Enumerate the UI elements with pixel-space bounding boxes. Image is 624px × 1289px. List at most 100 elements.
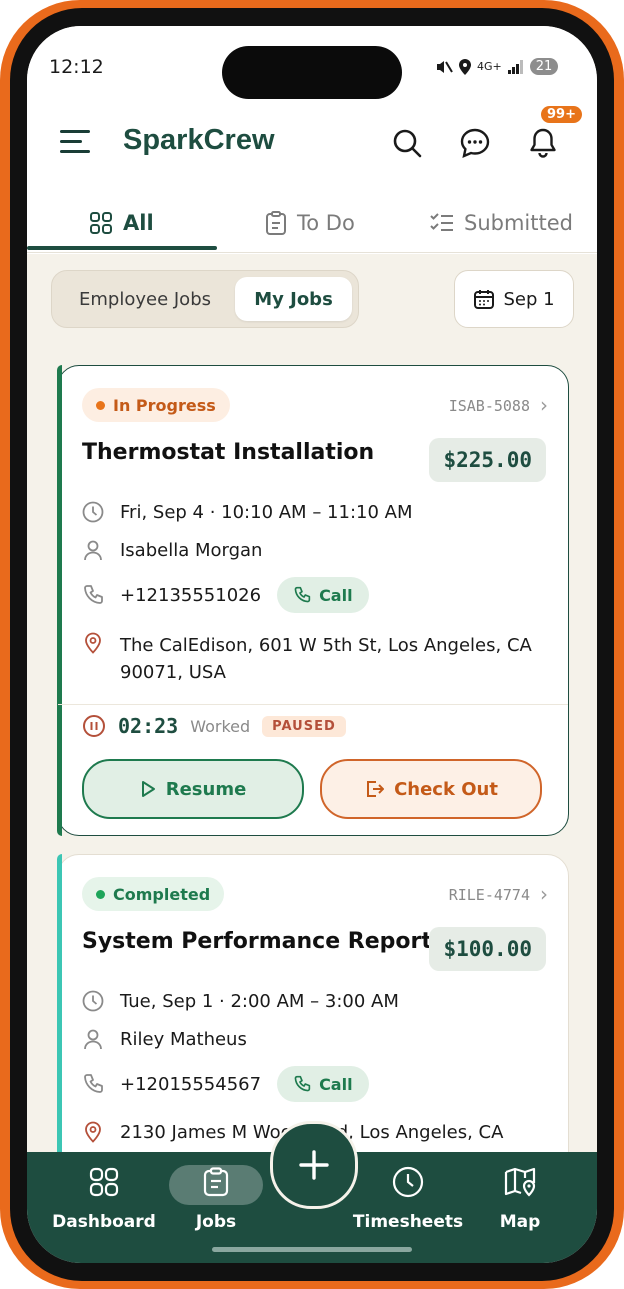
network-label: 4G+	[477, 60, 502, 73]
tabs-divider	[27, 252, 597, 253]
call-label: Call	[319, 1074, 353, 1094]
person-icon	[84, 1029, 102, 1050]
nav-label: Map	[499, 1212, 541, 1232]
phone-icon	[294, 1075, 311, 1092]
customer-name: Riley Matheus	[120, 1028, 247, 1050]
resume-label: Resume	[165, 778, 247, 800]
timer-value: 02:23	[118, 714, 179, 738]
location-pin-icon	[85, 632, 101, 654]
tab-to-do[interactable]: To Do	[265, 196, 355, 250]
nav-label: Jobs	[195, 1212, 237, 1232]
job-phone-row: +12135551026 Call	[82, 577, 369, 613]
tab-label: To Do	[297, 211, 355, 235]
work-timer: 02:23 Worked PAUSED	[82, 714, 346, 738]
call-button[interactable]: Call	[277, 577, 369, 613]
check-out-button[interactable]: Check Out	[320, 759, 542, 819]
address-line-1: The CalEdison, 601 W 5th St, Los Angeles…	[120, 635, 532, 656]
grid-icon	[90, 212, 112, 234]
nav-timesheets[interactable]: Timesheets	[353, 1162, 463, 1232]
battery-indicator: 21	[529, 58, 559, 75]
job-id: ISAB-5088	[448, 397, 530, 415]
job-datetime: Tue, Sep 1 · 2:00 AM – 3:00 AM	[120, 990, 399, 1012]
location-icon	[459, 58, 471, 75]
checklist-icon	[430, 213, 453, 231]
job-address-row: The CalEdison, 601 W 5th St, Los Angeles…	[82, 632, 532, 686]
status-badge: Completed	[82, 877, 225, 911]
menu-icon[interactable]	[60, 130, 90, 156]
nav-label: Dashboard	[52, 1212, 156, 1232]
notification-badge: 99+	[541, 106, 582, 123]
person-icon	[84, 540, 102, 561]
job-id: RILE-4774	[448, 886, 530, 904]
play-icon	[141, 781, 155, 797]
status-text: Completed	[113, 884, 211, 904]
clock-icon	[82, 990, 104, 1012]
phone-number: +12135551026	[120, 584, 262, 606]
tab-label: All	[123, 211, 154, 235]
job-title: System Performance Report	[82, 929, 432, 954]
job-datetime-row: Tue, Sep 1 · 2:00 AM – 3:00 AM	[82, 990, 399, 1012]
map-icon	[504, 1167, 536, 1197]
clipboard-icon	[266, 211, 286, 235]
calendar-icon	[474, 290, 495, 309]
mute-icon	[437, 60, 453, 73]
timer-label: Worked	[190, 716, 251, 736]
job-price: $100.00	[429, 927, 546, 971]
paused-badge: PAUSED	[262, 715, 346, 737]
logout-icon	[367, 781, 385, 797]
status-text: In Progress	[113, 395, 216, 415]
chat-icon[interactable]	[458, 126, 492, 160]
check-out-label: Check Out	[394, 778, 498, 800]
call-label: Call	[319, 585, 353, 605]
active-tab-indicator	[27, 246, 217, 250]
nav-map[interactable]: Map	[470, 1162, 570, 1232]
clipboard-icon	[203, 1167, 229, 1197]
call-button[interactable]: Call	[277, 1066, 369, 1102]
card-accent	[57, 365, 62, 836]
clock-icon	[82, 501, 104, 523]
tab-all[interactable]: All	[89, 196, 154, 250]
home-indicator	[212, 1247, 412, 1252]
screen: 12:12 4G+ 21 SparkCrew 99+ All To Do Sub…	[27, 26, 597, 1263]
clock-icon	[392, 1166, 424, 1198]
job-phone-row: +12015554567 Call	[82, 1066, 369, 1102]
address-line-2: 90071, USA	[120, 662, 226, 683]
resume-button[interactable]: Resume	[82, 759, 304, 819]
search-icon[interactable]	[390, 126, 424, 160]
job-scope-toggle: Employee Jobs My Jobs	[51, 270, 359, 328]
phone-icon	[294, 586, 311, 603]
job-price: $225.00	[429, 438, 546, 482]
chevron-right-icon[interactable]: ›	[540, 882, 548, 906]
job-customer-row: Isabella Morgan	[82, 539, 262, 561]
date-picker-button[interactable]: Sep 1	[454, 270, 574, 328]
job-customer-row: Riley Matheus	[82, 1028, 247, 1050]
nav-dashboard[interactable]: Dashboard	[52, 1162, 156, 1232]
card-divider	[58, 704, 568, 705]
job-card[interactable]: In Progress ISAB-5088 › Thermostat Insta…	[57, 365, 569, 836]
tab-label: Submitted	[464, 211, 573, 235]
pause-circle-icon	[83, 715, 105, 737]
bell-icon[interactable]	[526, 126, 560, 160]
job-datetime: Fri, Sep 4 · 10:10 AM – 11:10 AM	[120, 501, 413, 523]
chevron-right-icon[interactable]: ›	[540, 393, 548, 417]
nav-label: Timesheets	[352, 1212, 464, 1232]
status-time: 12:12	[49, 56, 104, 78]
signal-icon	[507, 59, 523, 74]
location-pin-icon	[85, 1121, 101, 1143]
status-badge: In Progress	[82, 388, 230, 422]
status-icons: 4G+ 21	[435, 58, 559, 75]
segment-employee-jobs[interactable]: Employee Jobs	[60, 277, 230, 321]
job-title: Thermostat Installation	[82, 440, 375, 465]
date-label: Sep 1	[503, 288, 555, 310]
phone-number: +12015554567	[120, 1073, 262, 1095]
dynamic-island	[222, 46, 402, 99]
status-dot	[96, 889, 105, 899]
phone-icon	[84, 1074, 103, 1093]
customer-name: Isabella Morgan	[120, 539, 263, 561]
segment-my-jobs[interactable]: My Jobs	[235, 277, 352, 321]
add-job-button[interactable]	[270, 1121, 358, 1209]
job-datetime-row: Fri, Sep 4 · 10:10 AM – 11:10 AM	[82, 501, 412, 523]
app-title: SparkCrew	[123, 124, 275, 156]
tab-submitted[interactable]: Submitted	[430, 196, 573, 250]
nav-jobs[interactable]: Jobs	[166, 1162, 266, 1232]
